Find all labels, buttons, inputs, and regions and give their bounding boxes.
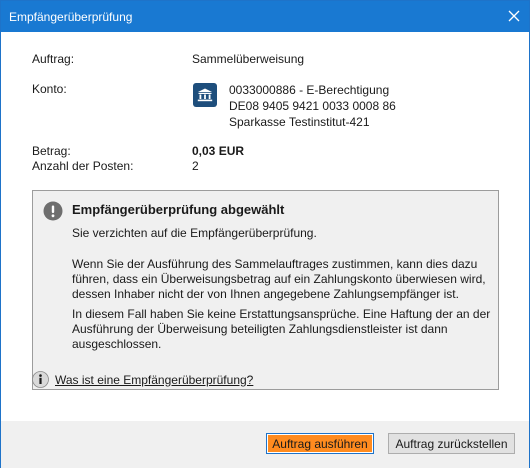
konto-bank: Sparkasse Testinstitut-421: [229, 115, 370, 129]
auftrag-label: Auftrag:: [32, 52, 75, 66]
warning-paragraph-2: Wenn Sie der Ausführung des Sammelauftra…: [72, 257, 486, 301]
konto-iban: DE08 9405 9421 0033 0008 86: [229, 99, 396, 113]
dialog-content: Auftrag: Sammelüberweisung Konto: 003300…: [1, 32, 529, 421]
warning-paragraph-1: Sie verzichten auf die Empfängerüberprüf…: [72, 226, 317, 240]
auftrag-value: Sammelüberweisung: [192, 52, 305, 66]
close-icon[interactable]: [503, 5, 525, 27]
title-bar: Empfängerüberprüfung: [1, 1, 529, 32]
posten-label: Anzahl der Posten:: [32, 159, 134, 173]
info-icon: [32, 371, 49, 388]
window-title: Empfängerüberprüfung: [9, 10, 133, 24]
defer-order-button[interactable]: Auftrag zurückstellen: [388, 433, 515, 454]
betrag-value: 0,03 EUR: [192, 144, 245, 158]
dialog-window: Empfängerüberprüfung Auftrag: Sammelüber…: [0, 0, 530, 468]
betrag-label: Betrag:: [32, 144, 71, 158]
help-link[interactable]: Was ist eine Empfängerüberprüfung?: [55, 373, 253, 387]
konto-label: Konto:: [32, 82, 67, 96]
warning-title: Empfängerüberprüfung abgewählt: [72, 202, 285, 217]
help-row: Was ist eine Empfängerüberprüfung?: [32, 371, 253, 388]
warning-box: Empfängerüberprüfung abgewählt Sie verzi…: [32, 190, 499, 390]
warning-paragraph-3: In diesem Fall haben Sie keine Erstattun…: [72, 307, 491, 351]
exclamation-circle-icon: [43, 201, 63, 221]
execute-order-button[interactable]: Auftrag ausführen: [266, 433, 374, 454]
posten-value: 2: [192, 159, 199, 173]
konto-details: 0033000886 - E-Berechtigung DE08 9405 94…: [229, 82, 396, 130]
konto-number: 0033000886 - E-Berechtigung: [229, 83, 390, 97]
bank-icon: [193, 83, 217, 107]
button-bar: Auftrag ausführen Auftrag zurückstellen: [1, 421, 529, 468]
